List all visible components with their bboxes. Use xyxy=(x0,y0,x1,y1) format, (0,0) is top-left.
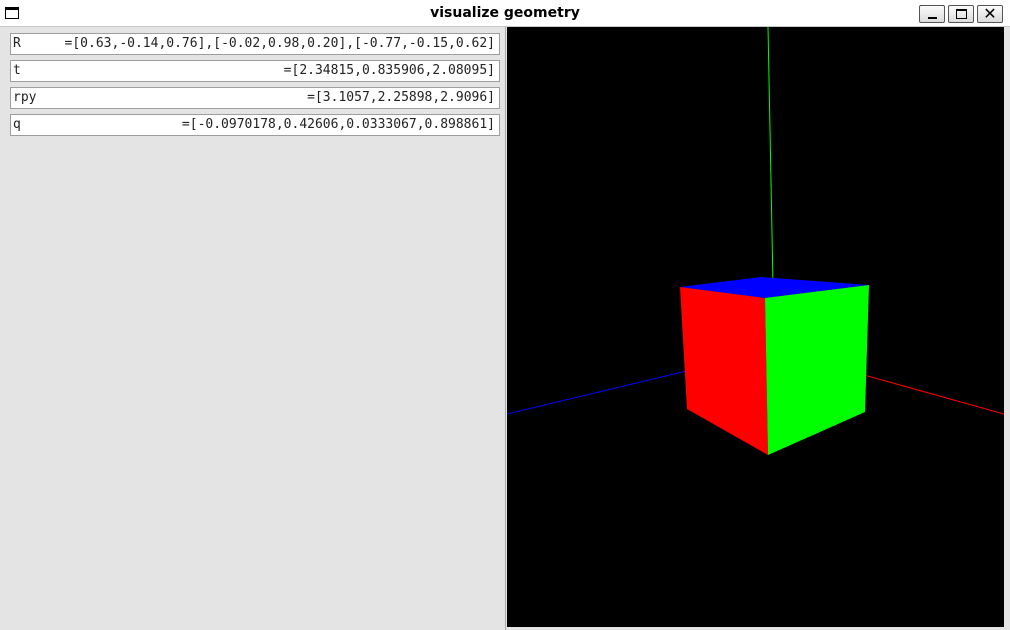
y-axis-line xyxy=(767,27,774,286)
field-value: =[3.1057,2.25898,2.9096] xyxy=(307,90,495,105)
field-label: t xyxy=(13,63,21,78)
close-icon: ✕ xyxy=(983,4,997,23)
scene-canvas xyxy=(507,27,1004,455)
close-button[interactable]: ✕ xyxy=(977,4,1003,23)
quaternion-field[interactable]: q =[-0.0970178,0.42606,0.0333067,0.89886… xyxy=(10,114,500,136)
field-label: R xyxy=(13,36,21,51)
3d-viewport[interactable] xyxy=(507,27,1004,627)
minimize-button[interactable] xyxy=(919,5,945,23)
app-window: visualize geometry ✕ R =[0.63,-0.14,0.76… xyxy=(0,0,1010,630)
maximize-button[interactable] xyxy=(948,5,974,23)
window-title: visualize geometry xyxy=(430,5,580,21)
field-value: =[2.34815,0.835906,2.08095] xyxy=(283,63,495,78)
info-panel: R =[0.63,-0.14,0.76],[-0.02,0.98,0.20],[… xyxy=(0,27,506,630)
cube-right-face xyxy=(765,285,869,455)
field-value: =[-0.0970178,0.42606,0.0333067,0.898861] xyxy=(181,117,495,132)
window-border-right xyxy=(1004,27,1010,630)
field-label: rpy xyxy=(13,90,37,105)
cube-left-face xyxy=(680,287,768,455)
field-label: q xyxy=(13,117,21,132)
field-value: =[0.63,-0.14,0.76],[-0.02,0.98,0.20],[-0… xyxy=(64,36,495,51)
rotation-matrix-field[interactable]: R =[0.63,-0.14,0.76],[-0.02,0.98,0.20],[… xyxy=(10,33,500,55)
title-bar[interactable]: visualize geometry ✕ xyxy=(0,0,1010,27)
rpy-field[interactable]: rpy =[3.1057,2.25898,2.9096] xyxy=(10,87,500,109)
translation-field[interactable]: t =[2.34815,0.835906,2.08095] xyxy=(10,60,500,82)
